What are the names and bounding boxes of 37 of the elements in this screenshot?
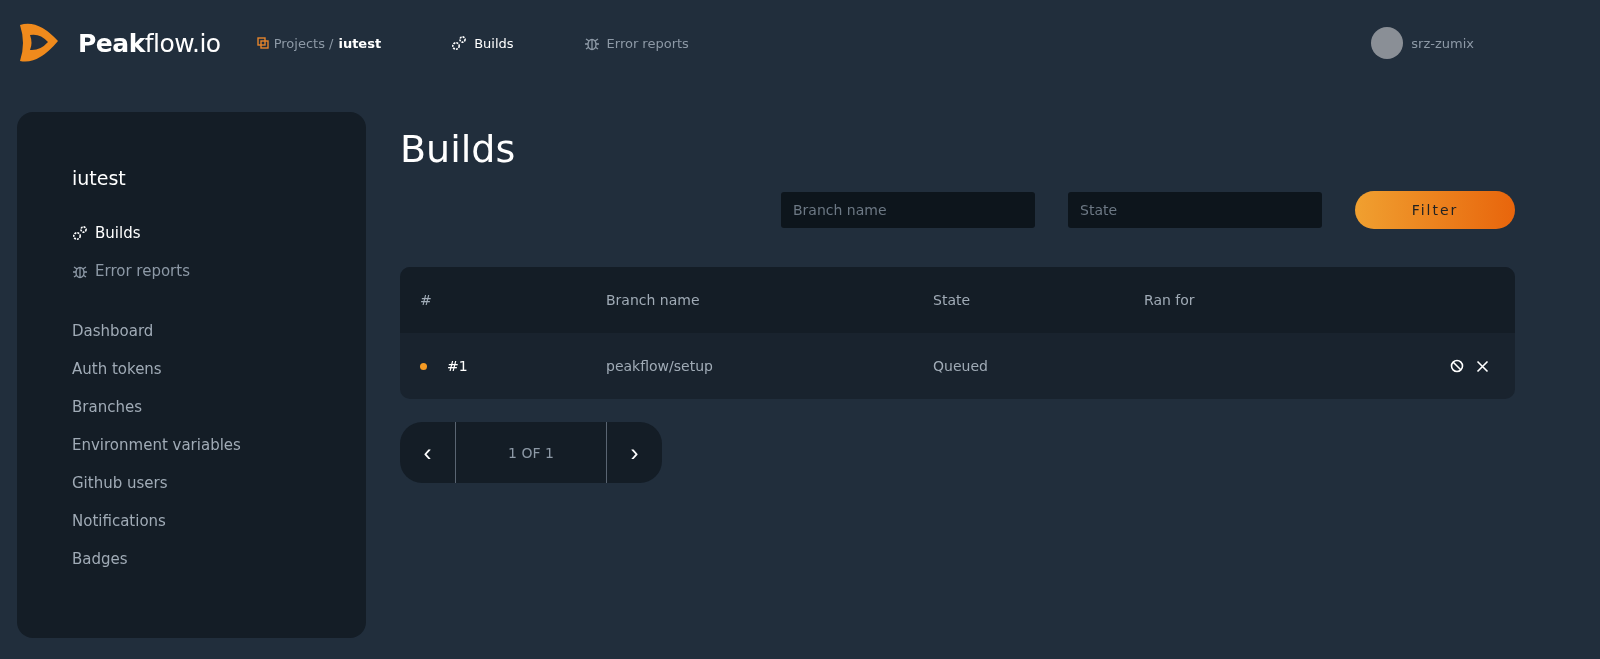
gears-icon — [72, 225, 88, 241]
sidebar-item[interactable]: Error reports — [72, 262, 366, 280]
sidebar-item[interactable]: Branches — [72, 398, 366, 416]
next-page-button[interactable]: › — [607, 422, 662, 483]
project-title: iutest — [72, 167, 127, 189]
breadcrumb-link[interactable]: Projects / iutest — [256, 35, 382, 51]
breadcrumb-root: Projects / — [273, 35, 334, 51]
user-name[interactable]: srz-zumix — [1411, 35, 1474, 51]
column-header: Branch name — [606, 292, 701, 308]
page-title: Builds — [400, 127, 517, 171]
table-cell: #1 — [447, 358, 468, 374]
cancel-icon[interactable] — [1450, 359, 1464, 373]
state-field[interactable]: State — [1068, 192, 1322, 228]
breadcrumb-current: iutest — [338, 35, 382, 51]
nav-link[interactable]: Error reports — [583, 35, 689, 51]
sidebar-item[interactable]: Environment variables — [72, 436, 366, 454]
previous-page-button[interactable]: ‹ — [400, 422, 455, 483]
column-header: # — [420, 292, 433, 308]
sidebar-item[interactable]: Auth tokens — [72, 360, 366, 378]
copy-icon — [256, 37, 269, 49]
nav-link[interactable]: Builds — [451, 35, 514, 51]
sidebar-item[interactable]: Dashboard — [72, 322, 366, 340]
gears-icon — [451, 35, 468, 51]
sidebar-item[interactable]: Notifications — [72, 512, 366, 530]
brand-name[interactable]: Peakflow.io — [78, 28, 221, 58]
page-indicator: 1 OF 1 — [455, 422, 607, 483]
sidebar-item[interactable]: Badges — [72, 550, 366, 568]
column-header: State — [933, 292, 972, 308]
branch-name-field[interactable]: Branch name — [781, 192, 1035, 228]
filter-button[interactable]: Filter — [1355, 191, 1515, 229]
sidebar-item[interactable]: Builds — [72, 224, 366, 242]
table-cell-text: peakflow/setup — [606, 358, 714, 374]
table-cell-text: Queued — [933, 358, 989, 374]
sidebar-item[interactable]: Github users — [72, 474, 366, 492]
column-header: Ran for — [1144, 292, 1196, 308]
avatar[interactable] — [1371, 27, 1404, 59]
close-icon[interactable] — [1476, 359, 1489, 373]
